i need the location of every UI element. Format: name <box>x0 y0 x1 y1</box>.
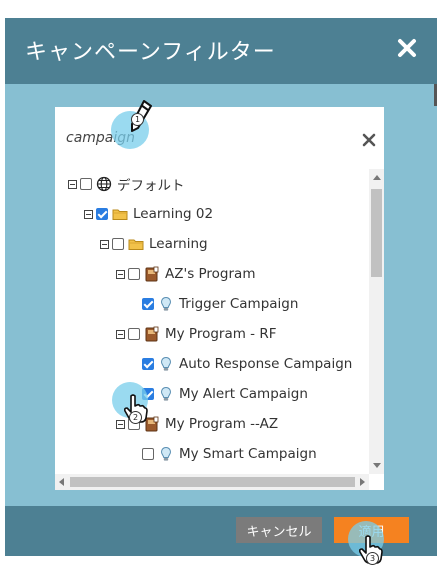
close-icon[interactable] <box>395 36 419 60</box>
scroll-left-icon[interactable] <box>59 478 64 486</box>
tree-item-label: Trigger Campaign <box>179 296 299 312</box>
horizontal-scroll-thumb[interactable] <box>70 477 355 487</box>
tree-item-checkbox[interactable] <box>128 328 140 340</box>
step-badge-2: 2 <box>129 411 142 424</box>
tree-item-checkbox[interactable] <box>96 208 108 220</box>
tree-item[interactable]: My Alert Campaign <box>142 383 308 405</box>
tree-item[interactable]: Trigger Campaign <box>142 293 298 315</box>
tree-item-checkbox[interactable] <box>112 238 124 250</box>
vertical-scrollbar[interactable] <box>369 169 384 474</box>
folder-icon <box>128 236 144 252</box>
tree-item[interactable]: My Program - RF <box>116 323 277 345</box>
tree-item-label: AZ's Program <box>165 266 256 282</box>
folder-icon <box>112 206 128 222</box>
step-badge-3: 3 <box>366 552 379 565</box>
cancel-button[interactable]: キャンセル <box>236 517 322 543</box>
filter-panel: デフォルト Learning 02 Learning AZ's Program Trig… <box>55 107 384 490</box>
lightbulb-icon <box>158 446 174 462</box>
scroll-up-icon[interactable] <box>373 175 381 180</box>
tree-item-checkbox[interactable] <box>80 178 92 190</box>
window-edge <box>434 84 437 106</box>
campaign-filter-dialog: キャンペーンフィルター デフォルト Learning 02 Learning AZ's… <box>5 18 437 556</box>
tree-item-label: My Program - RF <box>165 326 277 342</box>
tree-item-label: Auto Response Campaign <box>179 356 353 372</box>
tree-item-label: My Smart Campaign <box>179 446 317 462</box>
tree-item-checkbox[interactable] <box>142 448 154 460</box>
tree-item[interactable]: デフォルト <box>68 173 185 195</box>
step-badge-1: 1 <box>131 113 144 126</box>
collapse-toggle-icon[interactable] <box>100 239 109 249</box>
scroll-down-icon[interactable] <box>373 463 381 468</box>
tree-item-label: デフォルト <box>117 178 185 194</box>
collapse-toggle-icon[interactable] <box>68 179 77 189</box>
tree-item[interactable]: My Smart Campaign <box>142 443 317 465</box>
collapse-toggle-icon[interactable] <box>84 209 93 219</box>
tree-item-checkbox[interactable] <box>142 298 154 310</box>
tree-item-label: Learning <box>149 236 208 252</box>
lightbulb-icon <box>158 386 174 402</box>
tree-item-label: My Program --AZ <box>165 416 279 432</box>
scroll-right-icon[interactable] <box>360 478 365 486</box>
tree-item[interactable]: Learning 02 <box>84 203 213 225</box>
collapse-toggle-icon[interactable] <box>116 329 125 339</box>
horizontal-scrollbar[interactable] <box>55 474 369 490</box>
tree-item[interactable]: AZ's Program <box>116 263 255 285</box>
lightbulb-icon <box>158 296 174 312</box>
lightbulb-icon <box>158 356 174 372</box>
program-tree: デフォルト Learning 02 Learning AZ's Program Trig… <box>55 169 371 473</box>
tree-item[interactable]: Auto Response Campaign <box>142 353 352 375</box>
globe-icon <box>96 176 112 192</box>
program-icon <box>144 326 160 342</box>
tree-item-checkbox[interactable] <box>128 268 140 280</box>
tree-item-label: My Alert Campaign <box>179 386 308 402</box>
clear-search-icon[interactable] <box>361 132 377 148</box>
program-icon <box>144 266 160 282</box>
tree-item-checkbox[interactable] <box>142 358 154 370</box>
vertical-scroll-thumb[interactable] <box>371 189 382 277</box>
tree-item[interactable]: Learning <box>100 233 208 255</box>
collapse-toggle-icon[interactable] <box>116 269 125 279</box>
tree-item-label: Learning 02 <box>133 206 214 222</box>
dialog-header: キャンペーンフィルター <box>5 18 437 84</box>
dialog-title: キャンペーンフィルター <box>25 40 276 65</box>
